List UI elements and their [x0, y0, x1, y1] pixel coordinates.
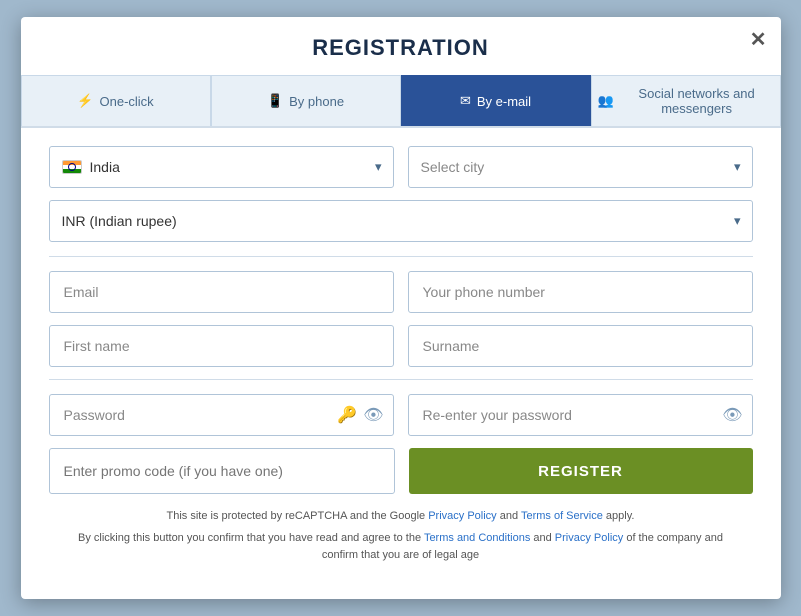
- india-flag-icon: [62, 160, 82, 174]
- password-wrapper: 🔑 👁: [49, 394, 394, 436]
- phone-icon: 📱: [267, 93, 283, 109]
- country-select-wrapper: India ▾: [49, 146, 394, 188]
- tab-social[interactable]: 👥 Social networks and messengers: [591, 75, 781, 126]
- terms-service-link[interactable]: Terms of Service: [521, 510, 603, 522]
- email-icon: ✉: [460, 93, 471, 109]
- country-label: India: [90, 159, 120, 175]
- promo-register-row: REGISTER: [49, 448, 753, 494]
- modal-body: India ▾ Select city ▾ INR (Indian rupee)…: [21, 128, 781, 575]
- close-button[interactable]: ✕: [750, 27, 767, 52]
- currency-select[interactable]: INR (Indian rupee): [49, 200, 753, 242]
- terms-conditions-link[interactable]: Terms and Conditions: [424, 532, 530, 544]
- tabs-container: ⚡ One-click 📱 By phone ✉ By e-mail 👥 Soc…: [21, 75, 781, 128]
- modal-title: REGISTRATION: [21, 17, 781, 75]
- register-button[interactable]: REGISTER: [409, 448, 753, 494]
- lightning-icon: ⚡: [77, 93, 93, 109]
- password-row: 🔑 👁 👁: [49, 394, 753, 436]
- key-icon: 🔑: [337, 405, 357, 425]
- firstname-wrapper: [49, 325, 394, 367]
- email-phone-row: [49, 271, 753, 313]
- phone-input[interactable]: [408, 271, 753, 313]
- city-placeholder: Select city: [421, 159, 485, 175]
- social-icon: 👥: [598, 93, 614, 109]
- surname-wrapper: [408, 325, 753, 367]
- privacy-policy-link[interactable]: Privacy Policy: [428, 510, 496, 522]
- tab-by-phone[interactable]: 📱 By phone: [211, 75, 401, 126]
- privacy-policy2-link[interactable]: Privacy Policy: [555, 532, 623, 544]
- firstname-input[interactable]: [49, 325, 394, 367]
- promo-input[interactable]: [49, 448, 395, 494]
- eye-icon[interactable]: 👁: [363, 405, 383, 425]
- password-icons: 🔑 👁: [337, 405, 383, 425]
- repassword-wrapper: 👁: [408, 394, 753, 436]
- registration-modal: ✕ REGISTRATION ⚡ One-click 📱 By phone ✉ …: [21, 17, 781, 599]
- tab-by-phone-label: By phone: [289, 94, 344, 109]
- city-select[interactable]: Select city: [408, 146, 753, 188]
- tab-by-email[interactable]: ✉ By e-mail: [401, 75, 591, 126]
- currency-row: INR (Indian rupee) ▾: [49, 200, 753, 242]
- currency-select-wrapper: INR (Indian rupee) ▾: [49, 200, 753, 242]
- email-wrapper: [49, 271, 394, 313]
- divider2: [49, 379, 753, 380]
- name-row: [49, 325, 753, 367]
- tab-by-email-label: By e-mail: [477, 94, 531, 109]
- tab-social-label: Social networks and messengers: [620, 86, 774, 116]
- phone-wrapper: [408, 271, 753, 313]
- city-select-wrapper: Select city ▾: [408, 146, 753, 188]
- currency-label: INR (Indian rupee): [62, 213, 177, 229]
- repassword-icons: 👁: [722, 405, 742, 425]
- eye2-icon[interactable]: 👁: [722, 405, 742, 425]
- surname-input[interactable]: [408, 325, 753, 367]
- email-input[interactable]: [49, 271, 394, 313]
- country-select[interactable]: India: [49, 146, 394, 188]
- tab-one-click-label: One-click: [100, 94, 154, 109]
- legal-line2: By clicking this button you confirm that…: [69, 530, 733, 565]
- country-city-row: India ▾ Select city ▾: [49, 146, 753, 188]
- repassword-input[interactable]: [408, 394, 753, 436]
- tab-one-click[interactable]: ⚡ One-click: [21, 75, 211, 126]
- divider: [49, 256, 753, 257]
- legal-line1: This site is protected by reCAPTCHA and …: [167, 510, 635, 522]
- legal-text: This site is protected by reCAPTCHA and …: [49, 508, 753, 565]
